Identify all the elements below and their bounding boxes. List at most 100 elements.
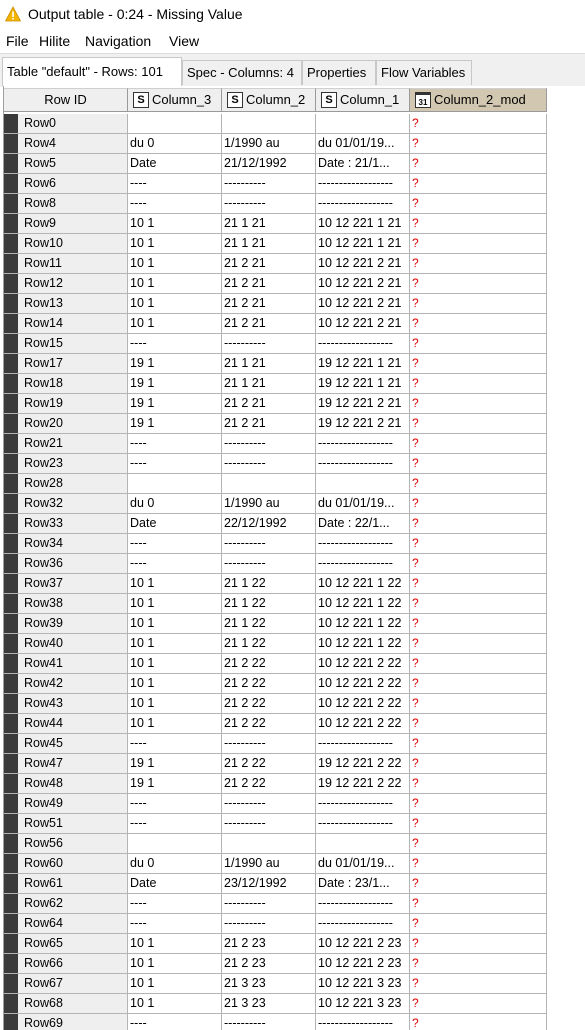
- table-cell[interactable]: ----: [128, 534, 222, 554]
- row-id-cell[interactable]: Row40: [4, 634, 128, 654]
- row-id-cell[interactable]: Row10: [4, 234, 128, 254]
- row-id-cell[interactable]: Row39: [4, 614, 128, 634]
- missing-value-cell[interactable]: ?: [410, 434, 547, 454]
- row-id-cell[interactable]: Row23: [4, 454, 128, 474]
- row-id-cell[interactable]: Row36: [4, 554, 128, 574]
- table-cell[interactable]: ----: [128, 894, 222, 914]
- missing-value-cell[interactable]: ?: [410, 754, 547, 774]
- table-cell[interactable]: ------------------: [316, 1014, 410, 1030]
- table-row[interactable]: Row65 10 1 21 2 23 10 12 221 2 23?: [4, 934, 585, 954]
- row-id-cell[interactable]: Row47: [4, 754, 128, 774]
- table-cell[interactable]: 10 1: [128, 714, 222, 734]
- table-cell[interactable]: 21 3 23: [222, 994, 316, 1014]
- row-id-cell[interactable]: Row61: [4, 874, 128, 894]
- missing-value-cell[interactable]: ?: [410, 834, 547, 854]
- table-cell[interactable]: 22/12/1992: [222, 514, 316, 534]
- header-column-2-mod[interactable]: 31 Column_2_mod: [410, 88, 547, 112]
- table-cell[interactable]: ----: [128, 914, 222, 934]
- table-cell[interactable]: 10 1: [128, 994, 222, 1014]
- row-id-cell[interactable]: Row41: [4, 654, 128, 674]
- missing-value-cell[interactable]: ?: [410, 714, 547, 734]
- table-cell[interactable]: ------------------: [316, 174, 410, 194]
- table-row[interactable]: Row37 10 1 21 1 22 10 12 221 1 22?: [4, 574, 585, 594]
- missing-value-cell[interactable]: ?: [410, 994, 547, 1014]
- table-cell[interactable]: 21 2 21: [222, 414, 316, 434]
- table-cell[interactable]: Date : 21/1...: [316, 154, 410, 174]
- table-cell[interactable]: ----------: [222, 554, 316, 574]
- table-cell[interactable]: ------------------: [316, 894, 410, 914]
- missing-value-cell[interactable]: ?: [410, 414, 547, 434]
- row-id-cell[interactable]: Row42: [4, 674, 128, 694]
- table-cell[interactable]: Date: [128, 154, 222, 174]
- missing-value-cell[interactable]: ?: [410, 774, 547, 794]
- table-row[interactable]: Row28?: [4, 474, 585, 494]
- table-cell[interactable]: 10 12 221 3 23: [316, 994, 410, 1014]
- table-cell[interactable]: 10 1: [128, 634, 222, 654]
- missing-value-cell[interactable]: ?: [410, 654, 547, 674]
- table-row[interactable]: Row44 10 1 21 2 22 10 12 221 2 22?: [4, 714, 585, 734]
- table-row[interactable]: Row33 Date 22/12/1992 Date : 22/1...?: [4, 514, 585, 534]
- table-row[interactable]: Row51 ---- ---------- ------------------?: [4, 814, 585, 834]
- table-cell[interactable]: 19 1: [128, 754, 222, 774]
- table-cell[interactable]: 21 1 22: [222, 574, 316, 594]
- table-row[interactable]: Row20 19 1 21 2 21 19 12 221 2 21?: [4, 414, 585, 434]
- table-row[interactable]: Row60 du 0 1/1990 au du 01/01/19...?: [4, 854, 585, 874]
- missing-value-cell[interactable]: ?: [410, 814, 547, 834]
- missing-value-cell[interactable]: ?: [410, 874, 547, 894]
- table-row[interactable]: Row45 ---- ---------- ------------------?: [4, 734, 585, 754]
- table-row[interactable]: Row9 10 1 21 1 21 10 12 221 1 21?: [4, 214, 585, 234]
- table-row[interactable]: Row14 10 1 21 2 21 10 12 221 2 21?: [4, 314, 585, 334]
- table-cell[interactable]: ----: [128, 1014, 222, 1030]
- row-id-cell[interactable]: Row9: [4, 214, 128, 234]
- missing-value-cell[interactable]: ?: [410, 274, 547, 294]
- missing-value-cell[interactable]: ?: [410, 394, 547, 414]
- table-cell[interactable]: ----------: [222, 914, 316, 934]
- table-cell[interactable]: 10 12 221 2 21: [316, 294, 410, 314]
- missing-value-cell[interactable]: ?: [410, 914, 547, 934]
- table-cell[interactable]: ------------------: [316, 794, 410, 814]
- missing-value-cell[interactable]: ?: [410, 354, 547, 374]
- table-cell[interactable]: 10 1: [128, 314, 222, 334]
- table-cell[interactable]: ----: [128, 794, 222, 814]
- table-row[interactable]: Row66 10 1 21 2 23 10 12 221 2 23?: [4, 954, 585, 974]
- table-cell[interactable]: 21 1 21: [222, 234, 316, 254]
- table-cell[interactable]: 10 1: [128, 574, 222, 594]
- table-row[interactable]: Row17 19 1 21 1 21 19 12 221 1 21?: [4, 354, 585, 374]
- row-id-cell[interactable]: Row34: [4, 534, 128, 554]
- table-cell[interactable]: ------------------: [316, 814, 410, 834]
- row-id-cell[interactable]: Row0: [4, 114, 128, 134]
- table-cell[interactable]: 10 12 221 2 22: [316, 654, 410, 674]
- row-id-cell[interactable]: Row5: [4, 154, 128, 174]
- table-cell[interactable]: [316, 834, 410, 854]
- row-id-cell[interactable]: Row45: [4, 734, 128, 754]
- table-cell[interactable]: ----: [128, 194, 222, 214]
- table-cell[interactable]: ----------: [222, 334, 316, 354]
- missing-value-cell[interactable]: ?: [410, 734, 547, 754]
- table-cell[interactable]: du 01/01/19...: [316, 134, 410, 154]
- missing-value-cell[interactable]: ?: [410, 294, 547, 314]
- row-id-cell[interactable]: Row20: [4, 414, 128, 434]
- table-cell[interactable]: 21 1 22: [222, 634, 316, 654]
- table-cell[interactable]: ----------: [222, 454, 316, 474]
- table-cell[interactable]: 21 2 21: [222, 314, 316, 334]
- table-cell[interactable]: 10 1: [128, 974, 222, 994]
- row-id-cell[interactable]: Row67: [4, 974, 128, 994]
- table-cell[interactable]: ------------------: [316, 554, 410, 574]
- table-cell[interactable]: 21 2 22: [222, 754, 316, 774]
- table-cell[interactable]: 10 1: [128, 594, 222, 614]
- row-id-cell[interactable]: Row48: [4, 774, 128, 794]
- table-cell[interactable]: ------------------: [316, 334, 410, 354]
- table-row[interactable]: Row15 ---- ---------- ------------------?: [4, 334, 585, 354]
- header-column-1[interactable]: S Column_1: [316, 88, 410, 112]
- table-cell[interactable]: ------------------: [316, 734, 410, 754]
- table-cell[interactable]: 21 2 22: [222, 714, 316, 734]
- table-cell[interactable]: ----------: [222, 174, 316, 194]
- table-cell[interactable]: [316, 474, 410, 494]
- row-id-cell[interactable]: Row4: [4, 134, 128, 154]
- row-id-cell[interactable]: Row49: [4, 794, 128, 814]
- missing-value-cell[interactable]: ?: [410, 934, 547, 954]
- row-id-cell[interactable]: Row6: [4, 174, 128, 194]
- table-cell[interactable]: du 01/01/19...: [316, 494, 410, 514]
- missing-value-cell[interactable]: ?: [410, 594, 547, 614]
- missing-value-cell[interactable]: ?: [410, 514, 547, 534]
